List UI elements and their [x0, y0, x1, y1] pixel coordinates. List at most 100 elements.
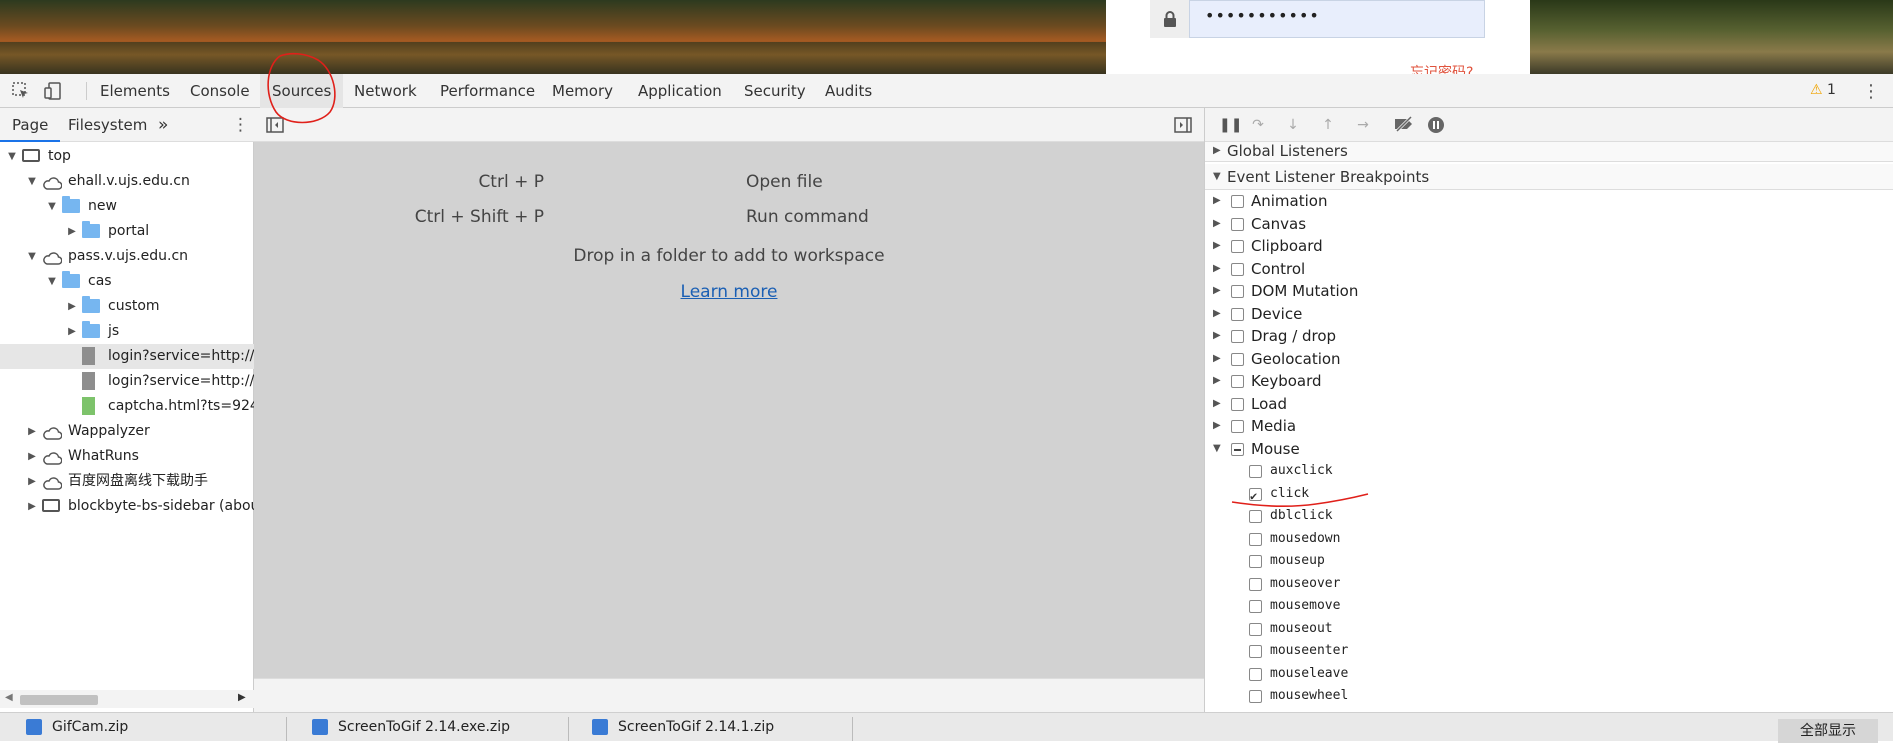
- breakpoint-category[interactable]: ▶ Clipboard: [1205, 235, 1893, 258]
- event-checkbox[interactable]: [1249, 667, 1262, 681]
- event-breakpoint[interactable]: mouseup: [1205, 550, 1893, 573]
- expand-arrow-icon[interactable]: ▶: [26, 494, 38, 519]
- event-checkbox[interactable]: [1249, 645, 1262, 658]
- tree-item[interactable]: ▶ custom: [0, 294, 254, 319]
- tab-performance[interactable]: Performance: [428, 74, 547, 108]
- tree-item[interactable]: ▼ ehall.v.ujs.edu.cn: [0, 169, 254, 194]
- tree-item[interactable]: ▶ Wappalyzer: [0, 419, 254, 444]
- collapse-arrow-icon[interactable]: ▼: [46, 269, 58, 294]
- tab-elements[interactable]: Elements: [88, 74, 182, 108]
- devtools-menu-icon[interactable]: ⋮: [1862, 81, 1880, 102]
- tab-filesystem[interactable]: Filesystem: [56, 108, 159, 142]
- tab-network[interactable]: Network: [342, 74, 429, 108]
- breakpoint-category[interactable]: ▶ Media: [1205, 415, 1893, 438]
- event-checkbox[interactable]: [1249, 555, 1262, 568]
- event-checkbox[interactable]: [1249, 600, 1262, 613]
- expand-arrow-icon[interactable]: ▶: [1213, 415, 1221, 438]
- scrollbar-thumb[interactable]: [20, 695, 98, 705]
- expand-arrow-icon[interactable]: ▶: [1213, 348, 1221, 371]
- deactivate-breakpoints-icon[interactable]: [1393, 115, 1413, 134]
- tree-item[interactable]: ▼ new: [0, 194, 254, 219]
- event-checkbox[interactable]: [1249, 622, 1262, 636]
- tab-application[interactable]: Application: [626, 74, 734, 108]
- tree-item[interactable]: ▶ portal: [0, 219, 254, 244]
- category-checkbox[interactable]: [1231, 217, 1244, 231]
- learn-more-link[interactable]: Learn more: [254, 282, 1204, 302]
- expand-arrow-icon[interactable]: ▶: [26, 469, 38, 494]
- event-breakpoint[interactable]: mousemove: [1205, 595, 1893, 618]
- tree-item[interactable]: ▶ blockbyte-bs-sidebar (about:b: [0, 494, 254, 519]
- event-checkbox[interactable]: [1249, 510, 1262, 523]
- event-breakpoint[interactable]: mousedown: [1205, 528, 1893, 551]
- expand-arrow-icon[interactable]: ▶: [1213, 370, 1221, 393]
- breakpoint-category[interactable]: ▶ Animation: [1205, 190, 1893, 213]
- expand-arrow-icon[interactable]: ▶: [26, 444, 38, 469]
- tab-audits[interactable]: Audits: [813, 74, 884, 108]
- category-checkbox[interactable]: [1231, 352, 1244, 366]
- download-item[interactable]: ScreenToGif 2.14.exe.zip: [312, 719, 510, 735]
- warning-indicator[interactable]: ⚠ 1: [1810, 82, 1836, 98]
- tab-sources[interactable]: Sources: [260, 74, 344, 108]
- tree-item[interactable]: login?service=http://eha: [0, 344, 254, 369]
- collapse-arrow-icon[interactable]: ▼: [1213, 438, 1221, 461]
- tree-item[interactable]: login?service=http://eha: [0, 369, 254, 394]
- tree-item[interactable]: ▼ pass.v.ujs.edu.cn: [0, 244, 254, 269]
- scroll-right-icon[interactable]: ▶: [238, 692, 246, 703]
- forgot-password-link[interactable]: 忘记密码?: [1410, 62, 1473, 74]
- breakpoint-category[interactable]: ▶ Canvas: [1205, 213, 1893, 236]
- collapse-arrow-icon[interactable]: ▼: [6, 144, 18, 169]
- tree-item[interactable]: ▶ js: [0, 319, 254, 344]
- category-checkbox[interactable]: [1231, 442, 1244, 456]
- inspect-element-icon[interactable]: [12, 82, 30, 100]
- category-checkbox[interactable]: [1231, 375, 1244, 388]
- expand-arrow-icon[interactable]: ▶: [66, 294, 78, 319]
- category-checkbox[interactable]: [1231, 330, 1244, 343]
- navigator-horizontal-scrollbar[interactable]: ◀ ▶: [0, 690, 254, 708]
- event-breakpoint[interactable]: mouseover: [1205, 573, 1893, 596]
- category-checkbox[interactable]: [1231, 195, 1244, 208]
- expand-arrow-icon[interactable]: ▶: [66, 219, 78, 244]
- step-into-icon[interactable]: ↓: [1284, 116, 1302, 134]
- expand-arrow-icon[interactable]: ▶: [1213, 258, 1221, 281]
- breakpoint-category[interactable]: ▶ Load: [1205, 393, 1893, 416]
- event-listener-breakpoints-header[interactable]: ▼ Event Listener Breakpoints: [1205, 164, 1893, 190]
- event-breakpoint[interactable]: dblclick: [1205, 505, 1893, 528]
- event-breakpoint[interactable]: click: [1205, 483, 1893, 507]
- event-breakpoint[interactable]: mousewheel: [1205, 685, 1893, 708]
- category-checkbox[interactable]: [1231, 420, 1244, 433]
- expand-arrow-icon[interactable]: ▶: [1213, 190, 1221, 213]
- collapse-arrow-icon[interactable]: ▼: [26, 169, 38, 194]
- event-checkbox[interactable]: [1249, 532, 1262, 546]
- expand-arrow-icon[interactable]: ▶: [1213, 325, 1221, 348]
- tree-item[interactable]: ▼ top: [0, 144, 254, 169]
- download-item[interactable]: ScreenToGif 2.14.1.zip: [592, 719, 774, 735]
- breakpoint-category[interactable]: ▶ Drag / drop: [1205, 325, 1893, 348]
- scroll-left-icon[interactable]: ◀: [5, 692, 13, 703]
- category-checkbox[interactable]: [1231, 240, 1244, 253]
- breakpoint-category[interactable]: ▶ Keyboard: [1205, 370, 1893, 393]
- event-breakpoint[interactable]: auxclick: [1205, 460, 1893, 483]
- global-listeners-header[interactable]: ▶ Global Listeners: [1205, 142, 1893, 162]
- expand-arrow-icon[interactable]: ▶: [1213, 303, 1221, 326]
- event-checkbox[interactable]: [1249, 485, 1262, 507]
- device-toolbar-icon[interactable]: [44, 82, 62, 100]
- tab-memory[interactable]: Memory: [540, 74, 625, 108]
- tree-item[interactable]: ▼ cas: [0, 269, 254, 294]
- tree-item[interactable]: ▶ 百度网盘离线下载助手: [0, 469, 254, 494]
- pause-on-exceptions-icon[interactable]: [1427, 116, 1445, 134]
- tree-item[interactable]: ▶ WhatRuns: [0, 444, 254, 469]
- pause-icon[interactable]: ❚❚: [1219, 116, 1242, 134]
- category-checkbox[interactable]: [1231, 307, 1244, 321]
- breakpoint-category[interactable]: ▶ Geolocation: [1205, 348, 1893, 371]
- breakpoint-category[interactable]: ▶ Control: [1205, 258, 1893, 281]
- step-icon[interactable]: →: [1354, 116, 1372, 134]
- expand-arrow-icon[interactable]: ▶: [1213, 213, 1221, 236]
- expand-arrow-icon[interactable]: ▶: [66, 319, 78, 344]
- tree-item[interactable]: captcha.html?ts=924: [0, 394, 254, 419]
- step-over-icon[interactable]: ↷: [1249, 116, 1267, 134]
- breakpoint-category[interactable]: ▶ DOM Mutation: [1205, 280, 1893, 303]
- tab-console[interactable]: Console: [178, 74, 262, 108]
- download-item[interactable]: GifCam.zip: [26, 719, 128, 735]
- breakpoint-category[interactable]: ▼ Mouse: [1205, 438, 1893, 461]
- event-breakpoint[interactable]: mouseleave: [1205, 663, 1893, 686]
